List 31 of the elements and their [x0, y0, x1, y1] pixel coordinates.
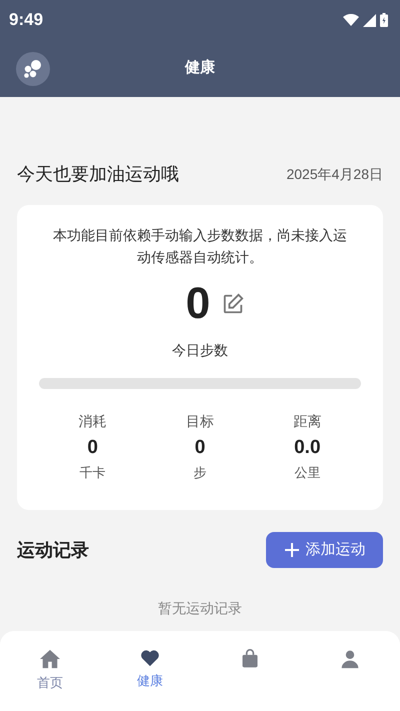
- greeting-text: 今天也要加油运动哦: [17, 163, 179, 186]
- stat-label: 消耗: [78, 412, 107, 431]
- stat-unit: 步: [193, 464, 206, 482]
- steps-label: 今日步数: [172, 341, 228, 360]
- stat-unit: 公里: [294, 464, 320, 482]
- header-title: 健康: [185, 58, 215, 78]
- stat-value: 0.0: [294, 436, 321, 460]
- wifi-icon: [343, 14, 359, 26]
- notice-text: 本功能目前依赖手动输入步数数据，尚未接入运动传感器自动统计。: [52, 226, 348, 267]
- stat-unit: 千卡: [80, 464, 106, 482]
- stat-label: 目标: [186, 412, 214, 431]
- stat-label: 距离: [293, 412, 322, 431]
- nav-tab[interactable]: 健康: [100, 649, 200, 690]
- heart-icon: [140, 649, 160, 667]
- edit-icon[interactable]: [222, 293, 244, 315]
- signal-icon: [363, 14, 376, 26]
- battery-icon: [380, 13, 388, 27]
- section-title: 运动记录: [17, 538, 89, 562]
- person-icon: [340, 649, 360, 669]
- status-time: 9:49: [9, 9, 44, 32]
- stat-value: 0: [194, 436, 206, 460]
- date-text: 2025年4月28日: [286, 165, 383, 184]
- home-icon: [39, 649, 61, 669]
- plus-icon: [284, 542, 300, 558]
- bag-icon: [240, 649, 260, 669]
- stat-value: 0: [87, 436, 98, 460]
- empty-records-text: 暂无运动记录: [158, 599, 242, 618]
- nav-tab[interactable]: 首页: [0, 649, 100, 692]
- step-count: 0: [186, 278, 210, 330]
- add-exercise-button[interactable]: 添加运动: [266, 532, 383, 568]
- logo-icon[interactable]: [16, 52, 50, 86]
